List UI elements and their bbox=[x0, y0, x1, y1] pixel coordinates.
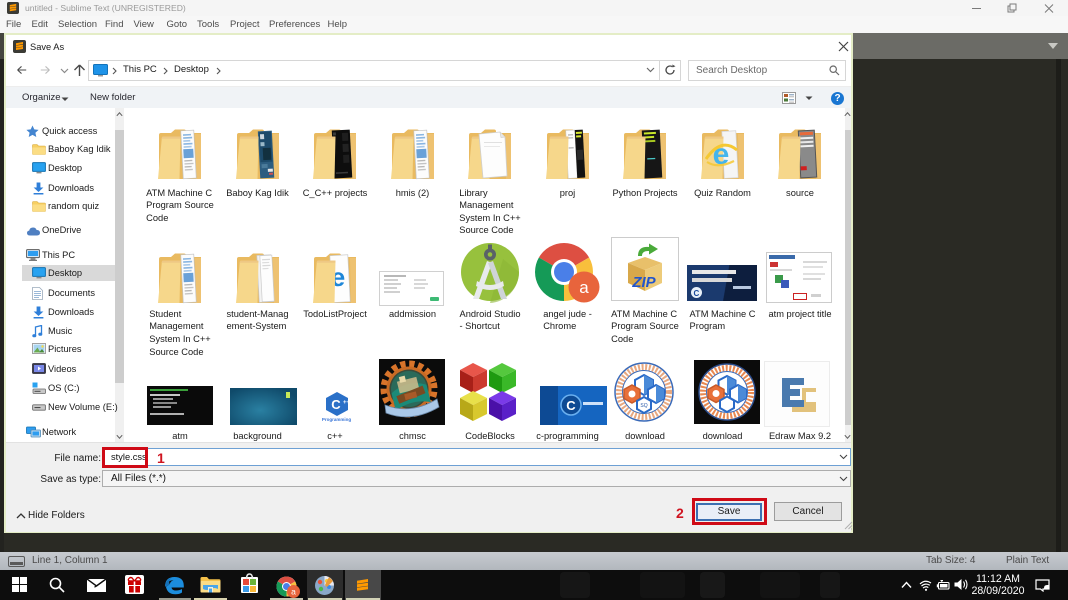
svg-text:a: a bbox=[291, 587, 296, 597]
svg-text:C: C bbox=[331, 397, 341, 412]
svg-text:a: a bbox=[579, 278, 589, 297]
svg-text:ZIP: ZIP bbox=[631, 274, 656, 291]
svg-text:++: ++ bbox=[343, 400, 350, 406]
svg-text:C: C bbox=[566, 398, 576, 413]
svg-text:SQ: SQ bbox=[640, 403, 647, 409]
